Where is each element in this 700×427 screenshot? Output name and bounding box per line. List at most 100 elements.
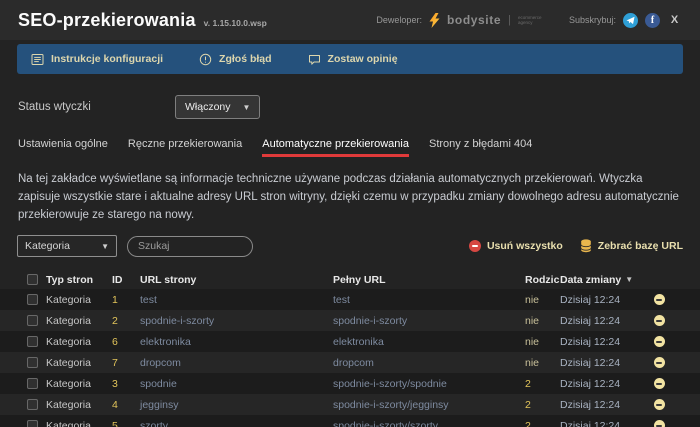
feedback-icon <box>308 53 321 66</box>
column-header-date-sort[interactable]: Data zmiany ▼ <box>560 274 642 286</box>
x-twitter-icon[interactable]: X <box>667 13 682 28</box>
table-row: Kategoria 4 jegginsy spodnie-i-szorty/je… <box>0 394 700 415</box>
cell-url[interactable]: jegginsy <box>140 399 333 411</box>
cell-id: 4 <box>112 399 140 411</box>
cell-full-url[interactable]: spodnie-i-szorty/szorty <box>333 420 525 427</box>
remove-row-icon[interactable] <box>654 378 665 389</box>
cell-id: 6 <box>112 336 140 348</box>
row-checkbox[interactable] <box>27 357 38 368</box>
bodysite-logo-icon <box>429 13 440 28</box>
plugin-version: v. 1.15.10.0.wsp <box>204 18 267 28</box>
cell-parent: nie <box>525 336 560 348</box>
remove-row-icon[interactable] <box>654 336 665 347</box>
developer-tagline: ecommerce agency <box>518 15 552 25</box>
table-row: Kategoria 6 elektronika elektronika nie … <box>0 331 700 352</box>
column-header-parent: Rodzic <box>525 274 560 286</box>
cell-url[interactable]: spodnie-i-szorty <box>140 315 333 327</box>
collect-url-base-label: Zebrać bazę URL <box>598 240 683 252</box>
help-toolbar: Instrukcje konfiguracji Zgłoś błąd Zosta… <box>17 44 683 74</box>
cell-actions <box>642 357 700 368</box>
cell-date: Dzisiaj 12:24 <box>560 315 642 327</box>
cell-date: Dzisiaj 12:24 <box>560 378 642 390</box>
cell-type: Kategoria <box>46 294 112 306</box>
cell-url[interactable]: spodnie <box>140 378 333 390</box>
divider: | <box>508 14 511 26</box>
cell-url[interactable]: dropcom <box>140 357 333 369</box>
instructions-icon <box>31 53 44 66</box>
cell-full-url[interactable]: spodnie-i-szorty <box>333 315 525 327</box>
tab-description: Na tej zakładce wyświetlane są informacj… <box>18 170 682 224</box>
cell-full-url[interactable]: elektronika <box>333 336 525 348</box>
remove-row-icon[interactable] <box>654 399 665 410</box>
cell-parent: nie <box>525 357 560 369</box>
column-header-date: Data zmiany <box>560 274 621 286</box>
cell-full-url[interactable]: spodnie-i-szorty/spodnie <box>333 378 525 390</box>
cell-parent: nie <box>525 294 560 306</box>
cell-id: 1 <box>112 294 140 306</box>
cell-type: Kategoria <box>46 399 112 411</box>
filter-row: Kategoria ▼ Usuń wszystko Zebrać bazę UR… <box>0 235 700 257</box>
top-bar-right: Deweloper: bodysite | ecommerce agency S… <box>376 13 682 28</box>
cell-full-url[interactable]: spodnie-i-szorty/jegginsy <box>333 399 525 411</box>
cell-id: 5 <box>112 420 140 427</box>
cell-url[interactable]: elektronika <box>140 336 333 348</box>
cell-parent: 2 <box>525 378 560 390</box>
column-header-id: ID <box>112 274 140 286</box>
cell-date: Dzisiaj 12:24 <box>560 336 642 348</box>
cell-actions <box>642 294 700 305</box>
cell-url[interactable]: szorty <box>140 420 333 427</box>
row-checkbox[interactable] <box>27 378 38 389</box>
page-title: SEO-przekierowania <box>18 10 196 31</box>
remove-row-icon[interactable] <box>654 420 665 427</box>
developer-name[interactable]: bodysite <box>447 13 501 27</box>
feedback-label: Zostaw opinię <box>328 53 398 65</box>
cell-id: 2 <box>112 315 140 327</box>
delete-all-button[interactable]: Usuń wszystko <box>469 240 563 252</box>
tab-automatic-redirects[interactable]: Automatyczne przekierowania <box>262 138 409 157</box>
telegram-icon[interactable] <box>623 13 638 28</box>
cell-date: Dzisiaj 12:24 <box>560 357 642 369</box>
table-body: Kategoria 1 test test nie Dzisiaj 12:24 … <box>0 289 700 427</box>
tab-manual-redirects[interactable]: Ręczne przekierowania <box>128 138 242 157</box>
cell-date: Dzisiaj 12:24 <box>560 294 642 306</box>
category-filter-dropdown[interactable]: Kategoria ▼ <box>17 235 117 257</box>
cell-type: Kategoria <box>46 378 112 390</box>
collect-url-base-button[interactable]: Zebrać bazę URL <box>580 239 683 253</box>
plugin-status-dropdown[interactable]: Włączony ▼ <box>175 95 260 119</box>
cell-full-url[interactable]: dropcom <box>333 357 525 369</box>
cell-type: Kategoria <box>46 315 112 327</box>
instructions-button[interactable]: Instrukcje konfiguracji <box>31 53 163 66</box>
table-row: Kategoria 7 dropcom dropcom nie Dzisiaj … <box>0 352 700 373</box>
cell-actions <box>642 315 700 326</box>
remove-row-icon[interactable] <box>654 315 665 326</box>
remove-row-icon[interactable] <box>654 357 665 368</box>
remove-row-icon[interactable] <box>654 294 665 305</box>
tab-general-settings[interactable]: Ustawienia ogólne <box>18 138 108 157</box>
column-header-type: Typ stron <box>46 274 112 286</box>
tab-404-pages[interactable]: Strony z błędami 404 <box>429 138 532 157</box>
row-checkbox[interactable] <box>27 399 38 410</box>
table-row: Kategoria 5 szorty spodnie-i-szorty/szor… <box>0 415 700 427</box>
cell-full-url[interactable]: test <box>333 294 525 306</box>
sort-descending-icon: ▼ <box>625 275 633 284</box>
feedback-button[interactable]: Zostaw opinię <box>308 53 398 66</box>
cell-parent: nie <box>525 315 560 327</box>
table-header-row: Typ stron ID URL strony Pełny URL Rodzic… <box>0 271 700 288</box>
seo-redirects-plugin-window: SEO-przekierowania v. 1.15.10.0.wsp Dewe… <box>0 0 700 427</box>
cell-id: 3 <box>112 378 140 390</box>
developer-label: Deweloper: <box>376 15 422 25</box>
chevron-down-icon: ▼ <box>101 242 109 251</box>
row-checkbox[interactable] <box>27 315 38 326</box>
report-bug-button[interactable]: Zgłoś błąd <box>199 53 272 66</box>
cell-url[interactable]: test <box>140 294 333 306</box>
row-checkbox[interactable] <box>27 294 38 305</box>
cell-actions <box>642 399 700 410</box>
cell-id: 7 <box>112 357 140 369</box>
facebook-icon[interactable]: f <box>645 13 660 28</box>
column-header-full-url: Pełny URL <box>333 274 525 286</box>
select-all-checkbox[interactable] <box>27 274 38 285</box>
search-input[interactable] <box>127 236 253 257</box>
plugin-status-value: Włączony <box>185 101 231 113</box>
row-checkbox[interactable] <box>27 420 38 427</box>
row-checkbox[interactable] <box>27 336 38 347</box>
